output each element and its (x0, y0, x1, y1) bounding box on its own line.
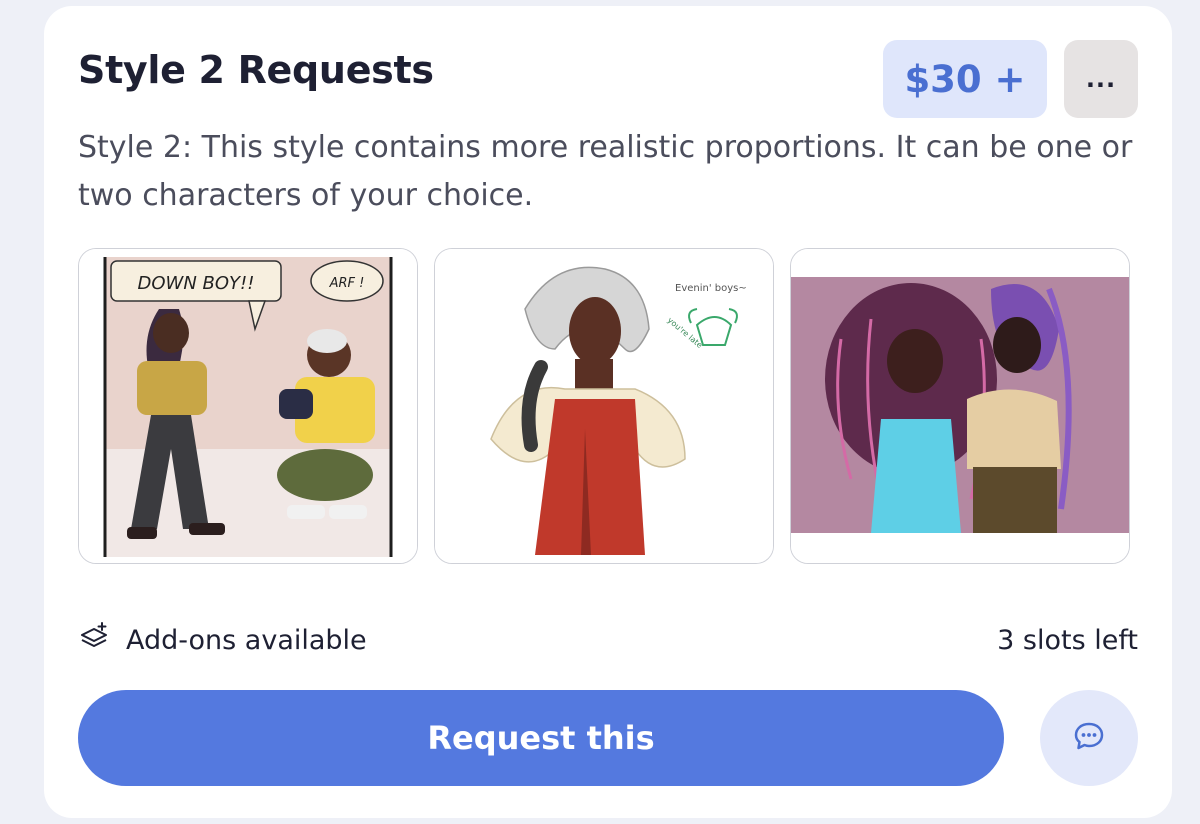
speech-text-1: DOWN BOY!! (138, 273, 255, 294)
chat-bubble-icon (1072, 719, 1106, 757)
card-title: Style 2 Requests (78, 48, 434, 92)
image-gallery: DOWN BOY!! ARF ! Evenin' boys~ you're la… (78, 248, 1138, 568)
slots-left: 3 slots left (997, 624, 1138, 656)
card-description: Style 2: This style contains more realis… (78, 130, 1133, 213)
commission-card: Style 2 Requests $30 + ... Style 2: This… (44, 6, 1172, 818)
layers-plus-icon (78, 621, 110, 660)
request-button[interactable]: Request this (78, 690, 1004, 786)
gallery-image-1[interactable]: DOWN BOY!! ARF ! (78, 248, 418, 564)
message-button[interactable] (1040, 690, 1138, 786)
more-options-button[interactable]: ... (1064, 40, 1138, 118)
addons-info: Add-ons available (78, 620, 367, 660)
ellipsis-icon: ... (1085, 65, 1117, 93)
speech-text-2: ARF ! (329, 276, 365, 291)
gallery-image-3[interactable] (790, 248, 1130, 564)
gallery-image-2[interactable]: Evenin' boys~ you're late (434, 248, 774, 564)
price-badge[interactable]: $30 + (883, 40, 1047, 118)
caption-text-1: Evenin' boys~ (675, 283, 747, 294)
addons-label: Add-ons available (126, 624, 367, 656)
